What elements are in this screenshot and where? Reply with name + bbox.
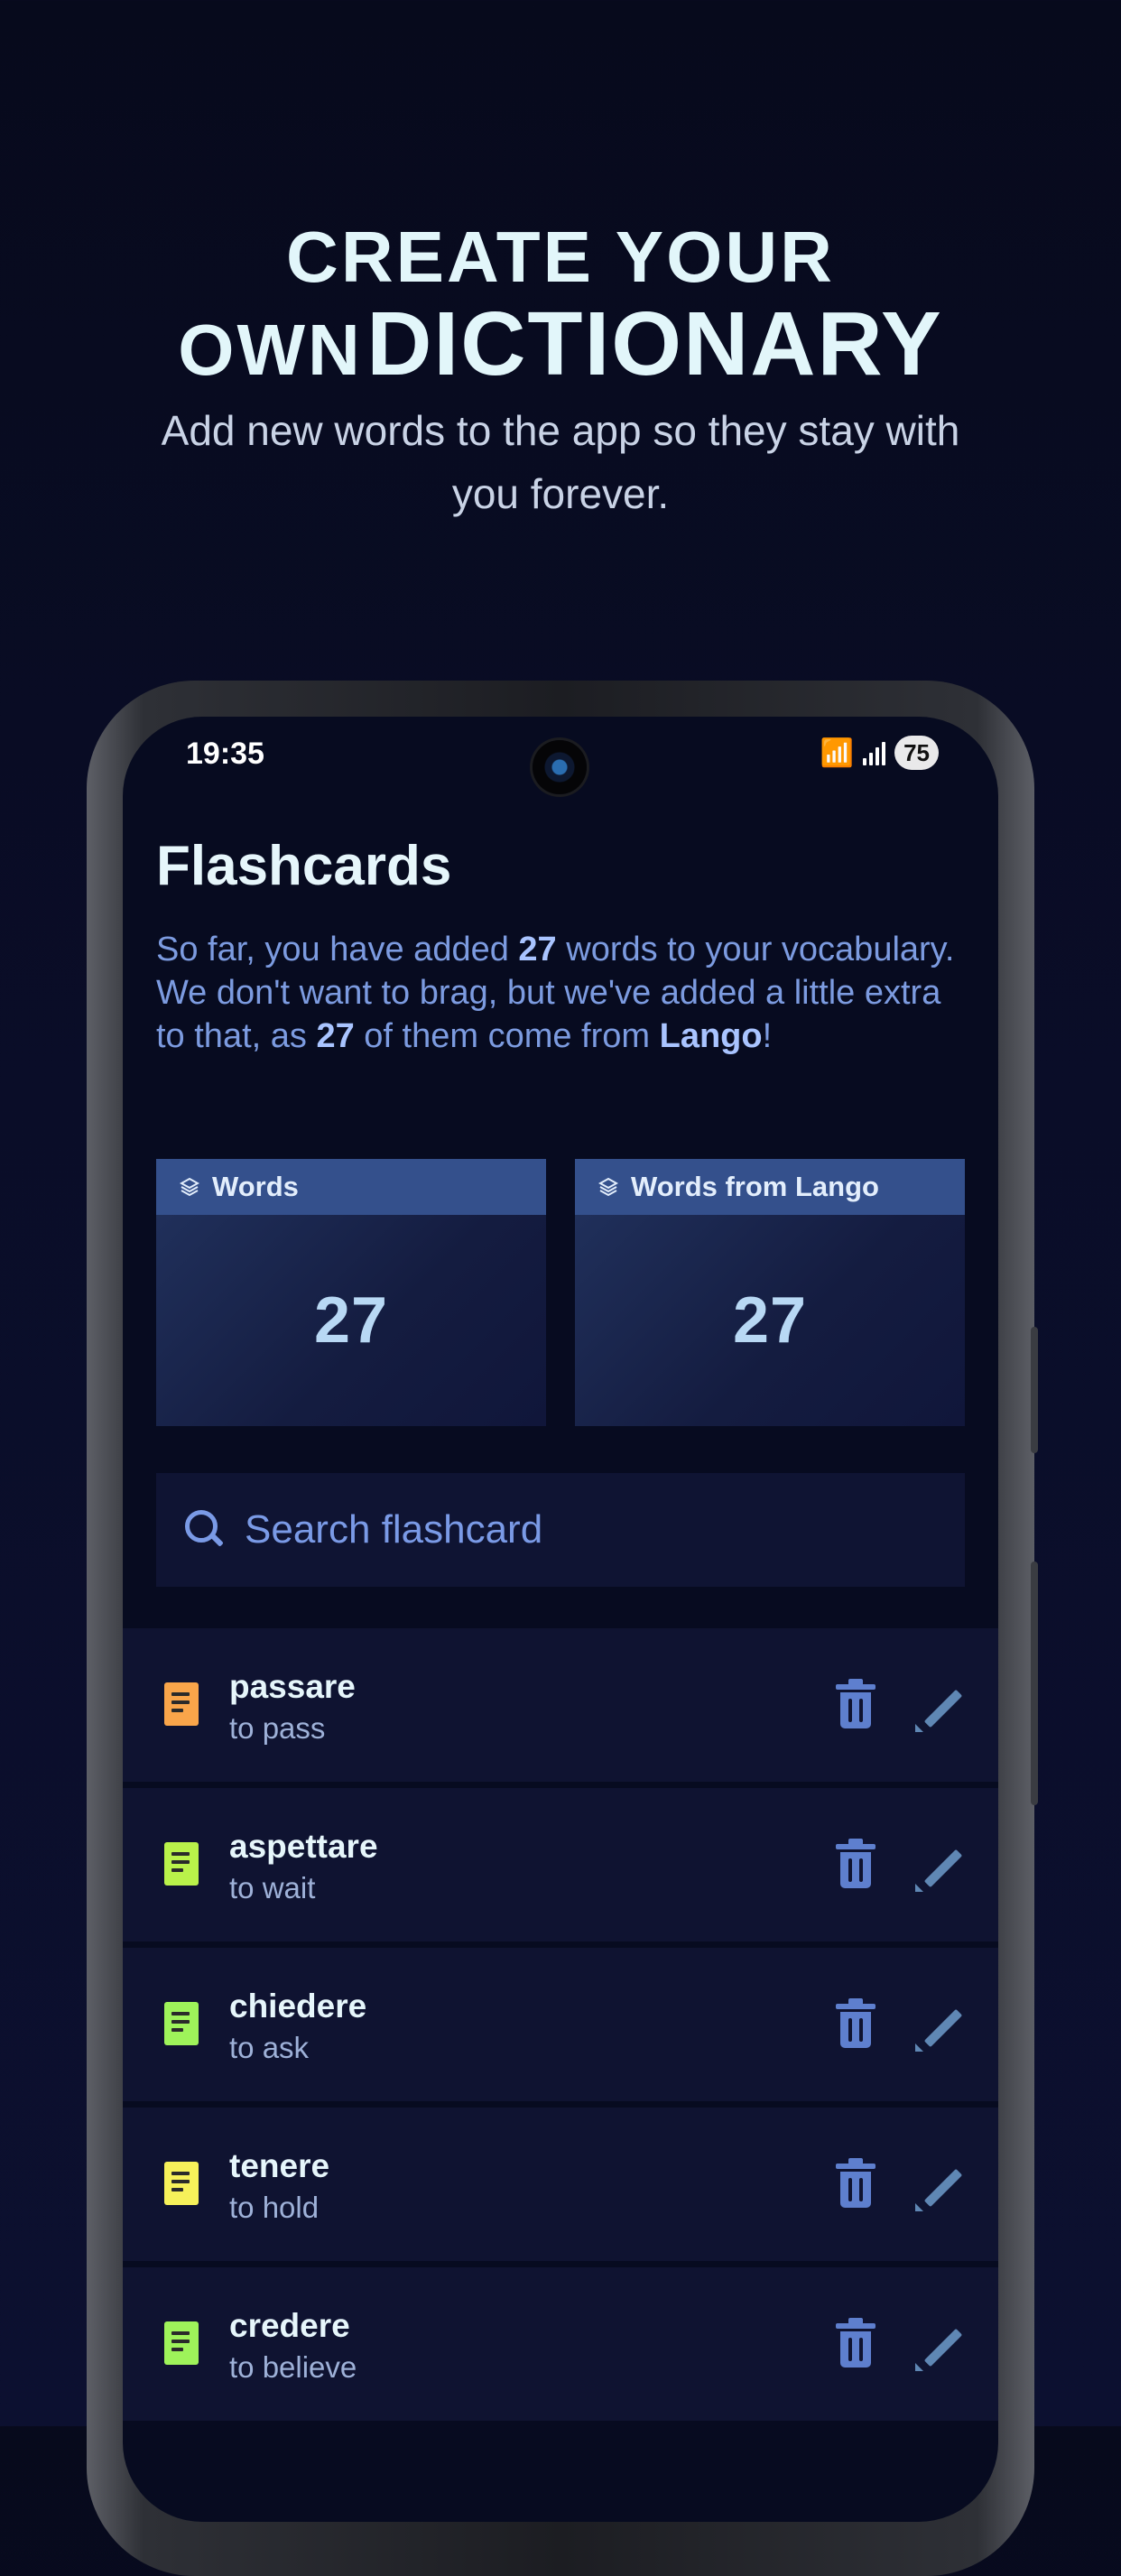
flashcard-translation: to ask [229,2031,310,2064]
headline-dictionary: DICTIONARY [366,293,943,394]
front-camera [533,740,587,794]
flashcard-item[interactable]: tenere to hold [123,2108,998,2261]
note-icon [164,1842,199,1886]
edit-pencil-icon[interactable] [915,1684,964,1733]
flashcard-translation: to pass [229,1711,326,1745]
promo-subtitle: Add new words to the app so they stay wi… [161,407,960,517]
edit-pencil-icon[interactable] [915,2164,964,2212]
flashcard-item[interactable]: passare to pass [123,1628,998,1782]
stat-label: Words [212,1171,299,1202]
flashcard-translation: to wait [229,1871,316,1904]
note-icon [164,1682,199,1726]
app-screen: 19:35 📶 75 Flashcards So far, you have a… [123,717,998,2522]
search-icon [185,1510,225,1550]
intro-brand: Lango [659,1017,763,1055]
stack-icon [598,1177,618,1197]
signal-icon [863,740,886,765]
status-icons: 📶 75 [820,735,939,771]
wifi-icon: 📶 [820,737,855,768]
stat-card-words: Words 27 [156,1159,546,1426]
volume-button [1031,1327,1038,1453]
status-bar: 19:35 📶 75 [123,717,998,798]
battery-badge: 75 [894,736,939,770]
intro-part-4: ! [762,1017,773,1055]
intro-text: So far, you have added 27 words to your … [156,928,968,1058]
search-input[interactable]: Search flashcard [156,1473,965,1587]
flashcard-word: passare [229,1668,356,1705]
power-button [1031,1561,1038,1805]
page-title: Flashcards [156,835,452,897]
headline-line-1: CREATE YOUR [286,217,835,297]
flashcard-word: tenere [229,2147,330,2184]
delete-trash-icon[interactable] [836,1679,875,1729]
flashcard-item[interactable]: credere to believe [123,2267,998,2421]
note-icon [164,2002,199,2045]
note-icon [164,2321,199,2365]
flashcard-word: aspettare [229,1828,378,1865]
stat-card-header: Words [156,1159,546,1215]
intro-count-1: 27 [518,931,557,968]
stack-icon [180,1177,199,1197]
flashcard-translation: to believe [229,2350,357,2384]
intro-part-3: of them come from [354,1017,660,1055]
stat-card-header: Words from Lango [575,1159,965,1215]
search-placeholder: Search flashcard [245,1507,543,1552]
stat-card-words-from-lango: Words from Lango 27 [575,1159,965,1426]
flashcard-word: credere [229,2307,350,2344]
edit-pencil-icon[interactable] [915,1844,964,1893]
edit-pencil-icon[interactable] [915,2323,964,2372]
flashcard-item[interactable]: chiedere to ask [123,1948,998,2101]
delete-trash-icon[interactable] [836,1998,875,2049]
flashcard-translation: to hold [229,2191,320,2224]
status-time: 19:35 [186,737,264,771]
intro-part-1: So far, you have added [156,931,519,968]
stat-label: Words from Lango [631,1171,879,1202]
delete-trash-icon[interactable] [836,2318,875,2368]
intro-count-2: 27 [316,1017,355,1055]
stat-value: 27 [313,1284,389,1357]
note-icon [164,2162,199,2205]
delete-trash-icon[interactable] [836,1839,875,1889]
edit-pencil-icon[interactable] [915,2004,964,2052]
flashcard-item[interactable]: aspettare to wait [123,1788,998,1941]
delete-trash-icon[interactable] [836,2158,875,2209]
flashcard-list: passare to pass aspettare to wait chiede… [123,1628,998,2427]
flashcard-word: chiedere [229,1988,367,2025]
stat-value: 27 [732,1284,808,1357]
headline-own: OWN [178,310,363,390]
